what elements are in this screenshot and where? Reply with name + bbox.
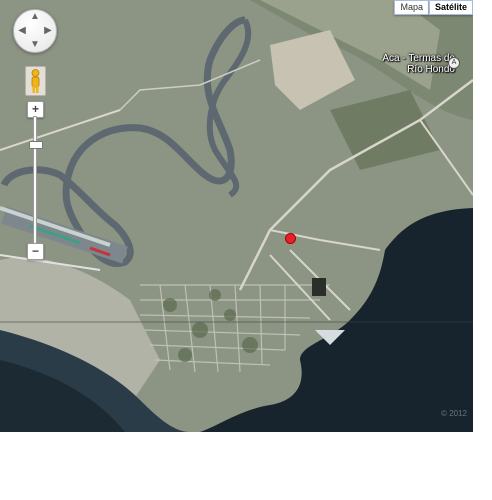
- pan-down-icon[interactable]: ▼: [29, 40, 41, 50]
- map-type-control: Mapa Satélite: [394, 0, 473, 15]
- pan-control[interactable]: ▲ ▼ ◀ ▶: [13, 9, 57, 53]
- zoom-out-button[interactable]: −: [27, 243, 44, 260]
- map-type-satellite-button[interactable]: Satélite: [428, 0, 473, 15]
- map-type-map-button[interactable]: Mapa: [394, 0, 429, 15]
- street-view-pegman-icon[interactable]: [25, 66, 46, 96]
- pan-right-icon[interactable]: ▶: [42, 26, 54, 36]
- copyright-text: © 2012: [441, 409, 467, 418]
- place-marker-icon[interactable]: A: [448, 57, 460, 69]
- pan-left-icon[interactable]: ◀: [16, 26, 28, 36]
- location-marker-icon[interactable]: [285, 233, 296, 244]
- zoom-slider-thumb[interactable]: [29, 141, 43, 149]
- satellite-map[interactable]: Mapa Satélite ▲ ▼ ◀ ▶ + − Aca - Termas d…: [0, 0, 473, 432]
- zoom-slider-track[interactable]: [33, 116, 37, 244]
- place-label[interactable]: Aca - Termas de Río Hondo: [375, 53, 455, 75]
- pan-up-icon[interactable]: ▲: [29, 12, 41, 22]
